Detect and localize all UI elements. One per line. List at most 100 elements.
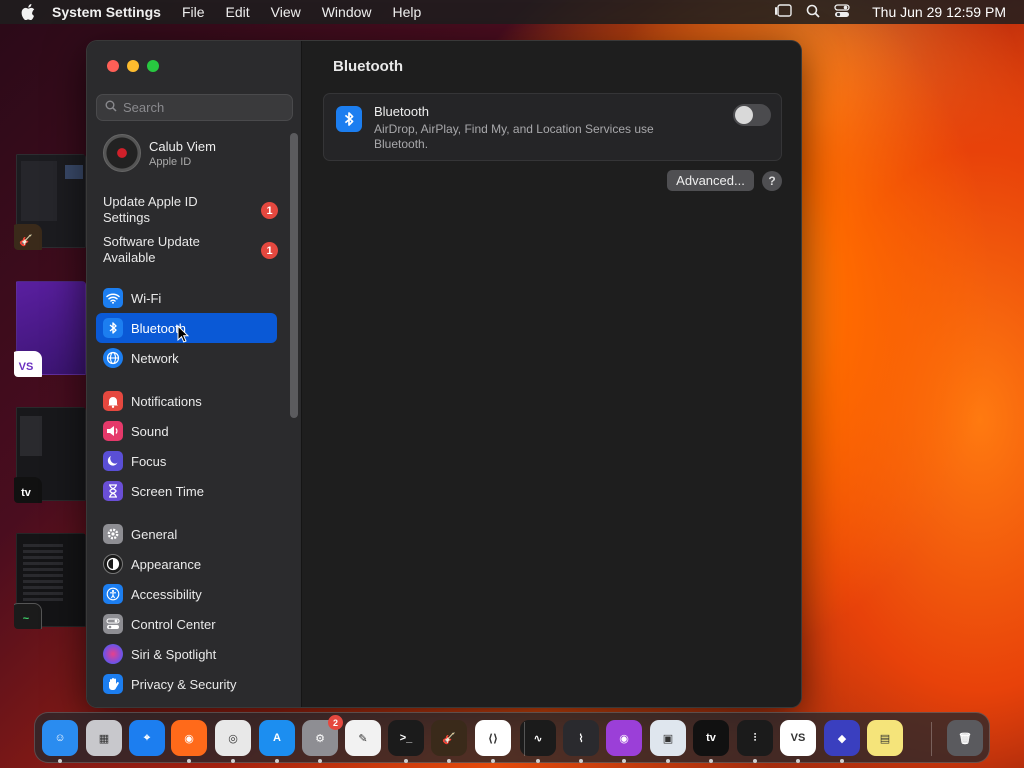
notification-badge: 1: [261, 242, 278, 259]
sidebar-item-appearance[interactable]: Appearance: [96, 549, 277, 579]
hourglass-icon: [103, 481, 123, 501]
sidebar-scrollbar[interactable]: [290, 133, 298, 418]
menu-clock[interactable]: Thu Jun 29 12:59 PM: [872, 4, 1006, 20]
finder-icon[interactable]: ☺: [42, 720, 78, 756]
sidebar-item-siri-spotlight[interactable]: Siri & Spotlight: [96, 639, 277, 669]
update-apple-id-settings[interactable]: Update Apple ID Settings 1: [103, 194, 278, 226]
dock-glyph: A: [273, 732, 281, 744]
menu-app-name[interactable]: System Settings: [52, 4, 161, 20]
chrome-icon[interactable]: ◎: [215, 720, 251, 756]
dock-glyph: ⌖: [143, 731, 151, 744]
search-field[interactable]: [96, 94, 293, 121]
sidebar-item-wifi[interactable]: Wi-Fi: [96, 283, 277, 313]
menu-file[interactable]: File: [182, 4, 205, 20]
menu-help[interactable]: Help: [393, 4, 422, 20]
menu-bar: System Settings File Edit View Window He…: [0, 0, 1024, 24]
running-indicator: [796, 759, 800, 763]
sidebar-item-notifications[interactable]: Notifications: [96, 386, 277, 416]
shortcuts-icon[interactable]: ◆: [824, 720, 860, 756]
sidebar-item-general[interactable]: General: [96, 519, 277, 549]
sidebar-item-sound[interactable]: Sound: [96, 416, 277, 446]
advanced-button[interactable]: Advanced...: [667, 170, 754, 191]
sidebar-item-label: Privacy & Security: [131, 676, 237, 692]
notification-badge: 2: [328, 715, 343, 730]
stage-window-garageband[interactable]: 🎸: [14, 154, 86, 250]
dock-glyph: ◎: [228, 732, 238, 745]
stage-manager-icon[interactable]: [774, 3, 792, 21]
help-button[interactable]: ?: [762, 171, 782, 191]
spotlight-search-icon[interactable]: [806, 4, 820, 21]
terminal-icon[interactable]: >_: [388, 720, 424, 756]
apple-id-profile[interactable]: Calub Viem Apple ID: [103, 134, 216, 172]
dock-glyph: ☺: [54, 732, 66, 744]
vscode-icon[interactable]: ⟨⟩: [475, 720, 511, 756]
sidebar-item-focus[interactable]: Focus: [96, 446, 277, 476]
preview-icon[interactable]: ▣: [650, 720, 686, 756]
textedit-icon[interactable]: ✎: [345, 720, 381, 756]
garageband-icon[interactable]: 🎸: [431, 720, 467, 756]
sidebar-item-label: Network: [131, 350, 179, 366]
bluetooth-toggle[interactable]: [733, 104, 771, 126]
sidebar-item-network[interactable]: Network: [96, 343, 277, 373]
sidebar-item-label: Accessibility: [131, 586, 202, 602]
dock-glyph: 🗑: [958, 732, 972, 745]
menu-edit[interactable]: Edit: [226, 4, 250, 20]
visual-studio-icon[interactable]: VS: [780, 720, 816, 756]
search-icon: [105, 99, 117, 117]
stickies-icon[interactable]: ▤: [867, 720, 903, 756]
menu-view[interactable]: View: [271, 4, 301, 20]
apple-tv-icon[interactable]: tv: [693, 720, 729, 756]
sidebar-item-screen-time[interactable]: Screen Time: [96, 476, 277, 506]
stage-window-activity-monitor[interactable]: ~: [14, 533, 86, 629]
launchpad-icon[interactable]: ▦: [86, 720, 122, 756]
sidebar: Calub Viem Apple ID Update Apple ID Sett…: [87, 41, 302, 707]
safari-icon[interactable]: ⌖: [129, 720, 165, 756]
sidebar-item-control-center[interactable]: Control Center: [96, 609, 277, 639]
sidebar-item-accessibility[interactable]: Accessibility: [96, 579, 277, 609]
dock-glyph: ⫶: [753, 731, 757, 744]
appearance-icon: [103, 554, 123, 574]
sidebar-item-label: Notifications: [131, 393, 202, 409]
stocks-icon[interactable]: ⌇: [563, 720, 599, 756]
running-indicator: [58, 759, 62, 763]
sidebar-item-label: Screen Time: [131, 483, 204, 499]
bell-icon: [103, 391, 123, 411]
profile-name: Calub Viem: [149, 138, 216, 154]
podcasts-icon[interactable]: ◉: [606, 720, 642, 756]
trash-icon[interactable]: 🗑: [947, 720, 983, 756]
system-settings-icon[interactable]: ⚙ 2: [302, 715, 343, 756]
running-indicator: [666, 759, 670, 763]
stage-window-apple-tv[interactable]: tv: [14, 407, 86, 503]
stage-window-visual-studio[interactable]: VS: [14, 281, 86, 377]
menu-window[interactable]: Window: [322, 4, 372, 20]
zoom-button[interactable]: [147, 60, 159, 72]
running-indicator: [709, 759, 713, 763]
dock-glyph: ∿: [533, 732, 543, 745]
dock-glyph: VS: [790, 732, 806, 744]
dock-separator: [931, 722, 932, 756]
sidebar-item-privacy-security[interactable]: Privacy & Security: [96, 669, 277, 699]
voice-memos-icon[interactable]: ⫶: [737, 720, 773, 756]
page-title: Bluetooth: [333, 58, 403, 75]
siri-icon: [103, 644, 123, 664]
minimize-button[interactable]: [127, 60, 139, 72]
app-store-icon[interactable]: A: [259, 720, 295, 756]
sidebar-item-label: General: [131, 526, 178, 542]
control-center-menu-icon[interactable]: [834, 3, 850, 21]
garageband-icon: 🎸: [14, 224, 42, 250]
software-update-available[interactable]: Software Update Available 1: [103, 234, 278, 266]
accessibility-icon: [103, 584, 123, 604]
running-indicator: [753, 759, 757, 763]
activity-monitor-icon: ~: [14, 603, 42, 629]
apple-menu-icon[interactable]: [18, 0, 38, 24]
dock-glyph: ◉: [184, 732, 194, 745]
search-input[interactable]: [123, 100, 283, 115]
close-button[interactable]: [107, 60, 119, 72]
apple-tv-icon: tv: [14, 477, 42, 503]
sidebar-item-label: Wi-Fi: [131, 290, 162, 306]
activity-monitor-icon[interactable]: ∿: [520, 720, 556, 756]
running-indicator: [622, 759, 626, 763]
firefox-icon[interactable]: ◉: [171, 720, 207, 756]
running-indicator: [275, 759, 279, 763]
gear-icon: [103, 524, 123, 544]
